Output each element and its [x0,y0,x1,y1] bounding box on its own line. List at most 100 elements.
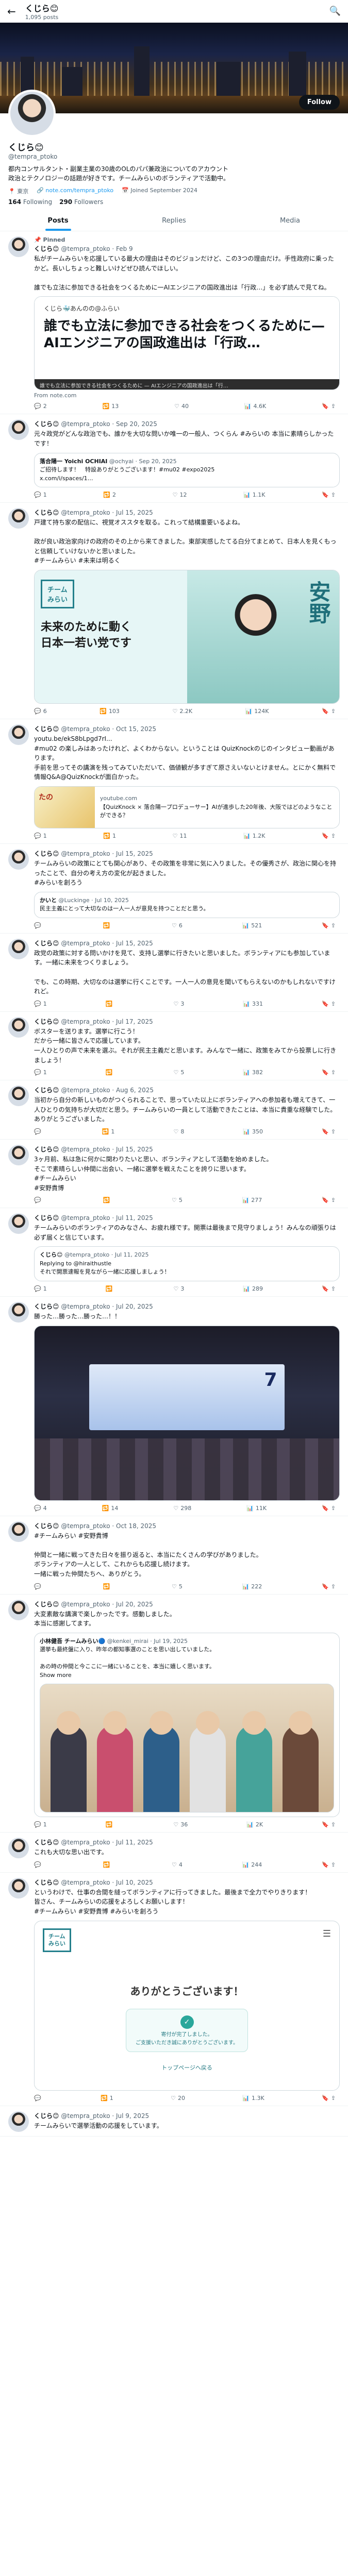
views-button[interactable]: 📊 331 [243,1001,263,1007]
reply-button[interactable]: 💬 1 [34,1069,47,1076]
bookmark-icon[interactable]: 🔖 [322,1069,329,1076]
share-icon[interactable]: ⇪ [331,1583,336,1590]
share-icon[interactable]: ⇪ [331,833,336,839]
like-button[interactable]: ♡ 5 [172,1197,183,1204]
quoted-post[interactable]: かいと @Luckinge · Jul 10, 2025 民主主義にとって大切な… [34,891,340,918]
back-arrow-icon[interactable]: ← [7,5,16,18]
like-button[interactable]: ♡ 8 [173,1128,184,1135]
views-button[interactable]: 📊 11K [246,1505,267,1512]
post-avatar[interactable] [8,236,29,257]
post-avatar[interactable] [8,1144,29,1165]
post-avatar[interactable] [8,724,29,745]
post-author[interactable]: くじら😊 [34,850,59,857]
bookmark-icon[interactable]: 🔖 [322,708,329,715]
quoted-post[interactable]: くじら😊 @tempra_ptoko · Jul 11, 2025 Replyi… [34,1246,340,1281]
share-icon[interactable]: ⇪ [331,2095,336,2102]
post-avatar[interactable] [8,2111,29,2132]
like-button[interactable]: ♡ 20 [171,2095,185,2102]
share-icon[interactable]: ⇪ [331,492,336,498]
views-button[interactable]: 📊 350 [243,1128,263,1135]
views-button[interactable]: 📊 277 [242,1197,262,1204]
post[interactable]: くじら😊 @tempra_ptoko · Sep 20, 2025 元々政党がど… [0,414,348,503]
repost-button[interactable]: 🔁 1 [101,2095,113,2102]
quoted-post[interactable]: 落合陽一 Yoichi OCHIAI @ochyai · Sep 20, 202… [34,452,340,488]
share-icon[interactable]: ⇪ [331,922,336,929]
profile-avatar[interactable] [8,90,56,137]
bookmark-icon[interactable]: 🔖 [322,1583,329,1590]
post[interactable]: くじら😊 @tempra_ptoko · Jul 11, 2025 チームみらい… [0,1208,348,1297]
views-button[interactable]: 📊 289 [243,1285,263,1292]
post[interactable]: くじら😊 @tempra_ptoko · Jul 10, 2025 というわけで… [0,1873,348,2106]
link-card[interactable]: くじら🐳あんのの@ふらい 誰でも立法に参加できる社会をつくるために—AIエンジニ… [34,296,340,391]
post[interactable]: くじら😊 @tempra_ptoko · Jul 15, 2025 チームみらい… [0,844,348,934]
views-button[interactable]: 📊 521 [242,922,262,929]
post-author[interactable]: くじら😊 [34,245,59,252]
post-avatar[interactable] [8,938,29,959]
repost-button[interactable]: 🔁 [106,1001,115,1007]
share-icon[interactable]: ⇪ [331,403,336,410]
post-avatar[interactable] [8,419,29,440]
post-avatar[interactable] [8,1086,29,1107]
bookmark-icon[interactable]: 🔖 [322,1285,329,1292]
views-button[interactable]: 📊 4.6K [244,403,266,410]
tab-posts[interactable]: Posts [0,211,116,231]
repost-button[interactable]: 🔁 14 [102,1505,119,1512]
reply-button[interactable]: 💬 [34,1861,43,1868]
reply-button[interactable]: 💬 [34,1128,43,1135]
views-button[interactable]: 📊 2K [246,1821,263,1828]
repost-button[interactable]: 🔁 2 [103,492,116,498]
repost-button[interactable]: 🔁 1 [103,833,116,839]
post-image-donation-thanks[interactable]: チーム みらい ☰ ありがとうございます！ ✓ 寄付が完了しました。 ご支援いた… [34,1920,340,2091]
like-button[interactable]: ♡ 11 [173,833,187,839]
post-author[interactable]: くじら😊 [34,1087,59,1094]
post-author[interactable]: くじら😊 [34,1601,59,1608]
quoted-post[interactable]: 小林健吾 チームみらい🔵 @kenkei_mirai · Jul 19, 202… [34,1632,340,1818]
like-button[interactable]: ♡ 12 [173,492,187,498]
views-button[interactable]: 📊 124K [245,708,269,715]
like-button[interactable]: ♡ 3 [173,1001,184,1007]
reply-button[interactable]: 💬 1 [34,833,47,839]
post-image-poster[interactable]: チーム みらい 未来のために動く 日本一若い党です 安野 [34,570,340,704]
bookmark-icon[interactable]: 🔖 [322,1001,329,1007]
post-avatar[interactable] [8,1016,29,1038]
post[interactable]: くじら😊 @tempra_ptoko · Jul 11, 2025 これも大切な… [0,1833,348,1873]
quoted-image-group-photo[interactable] [40,1684,334,1813]
share-icon[interactable]: ⇪ [331,1505,336,1512]
bookmark-icon[interactable]: 🔖 [322,922,329,929]
bookmark-icon[interactable]: 🔖 [322,403,329,410]
post-author[interactable]: くじら😊 [34,725,59,733]
like-button[interactable]: ♡ 36 [173,1821,188,1828]
post-author[interactable]: くじら😊 [34,420,59,428]
like-button[interactable]: ♡ 4 [172,1861,183,1868]
post-author[interactable]: くじら😊 [34,509,59,516]
reply-button[interactable]: 💬 2 [34,403,47,410]
repost-button[interactable]: 🔁 [103,1197,112,1204]
views-button[interactable]: 📊 1.3K [242,2095,264,2102]
post-author[interactable]: くじら😊 [34,1839,59,1846]
reply-button[interactable]: 💬 1 [34,492,47,498]
post-image-election-night[interactable]: 7 [34,1325,340,1501]
post[interactable]: 📌 Pinned くじら😊 @tempra_ptoko · Feb 9 私がチー… [0,231,348,415]
repost-button[interactable]: 🔁 13 [103,403,119,410]
post[interactable]: くじら😊 @tempra_ptoko · Oct 15, 2025 youtu.… [0,719,348,844]
like-button[interactable]: ♡ 3 [173,1285,184,1292]
bookmark-icon[interactable]: 🔖 [322,492,329,498]
like-button[interactable]: ♡ 5 [172,1583,183,1590]
post[interactable]: くじら😊 @tempra_ptoko · Jul 20, 2025 大変素敵な講… [0,1595,348,1833]
share-icon[interactable]: ⇪ [331,1128,336,1135]
bookmark-icon[interactable]: 🔖 [322,1128,329,1135]
reply-button[interactable]: 💬 1 [34,1285,47,1292]
bookmark-icon[interactable]: 🔖 [322,2095,329,2102]
share-icon[interactable]: ⇪ [331,1197,336,1204]
reply-button[interactable]: 💬 [34,922,43,929]
bookmark-icon[interactable]: 🔖 [322,1821,329,1828]
repost-button[interactable]: 🔁 [106,1285,115,1292]
reply-button[interactable]: 💬 [34,2095,43,2102]
share-icon[interactable]: ⇪ [331,708,336,715]
reply-button[interactable]: 💬 6 [34,708,47,715]
reply-button[interactable]: 💬 [34,1583,43,1590]
bookmark-icon[interactable]: 🔖 [322,1861,329,1868]
repost-button[interactable]: 🔁 [106,1821,115,1828]
repost-button[interactable]: 🔁 [106,1069,115,1076]
post-author[interactable]: くじら😊 [34,940,59,947]
